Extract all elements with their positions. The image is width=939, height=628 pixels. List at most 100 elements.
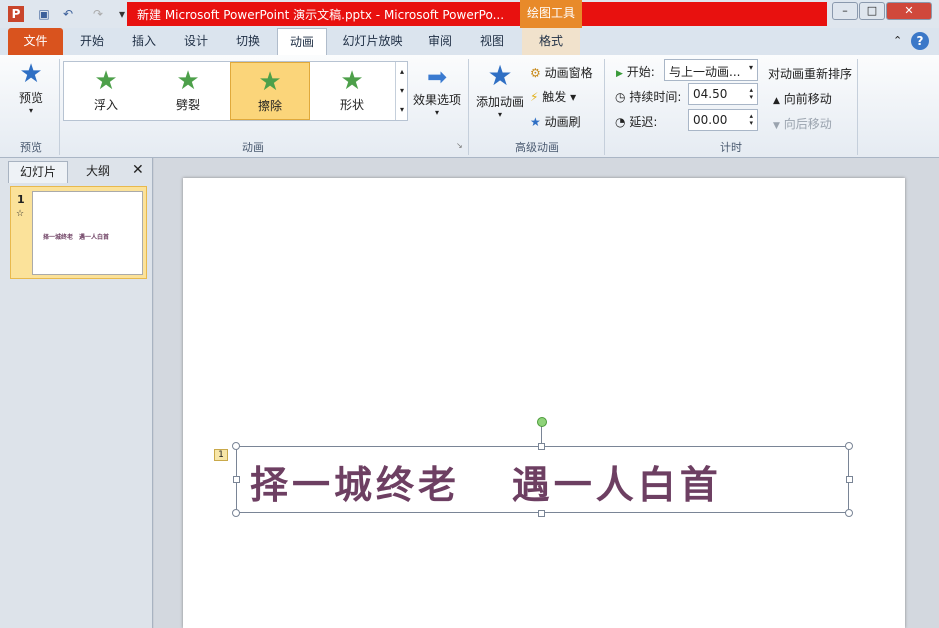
redo-icon[interactable]: ↷ <box>90 6 106 22</box>
spinner-icon[interactable]: ▴ ▾ <box>749 87 753 101</box>
preview-label: 预览 <box>18 91 43 105</box>
animation-pane-label: 动画窗格 <box>544 66 593 80</box>
dropdown-icon: ▾ <box>28 106 33 115</box>
animation-painter-button[interactable]: ★ 动画刷 <box>530 113 581 130</box>
slide-thumbnail-selected[interactable]: 1 ☆ 择一城终老 遇一人白首 <box>10 186 147 279</box>
animation-wipe[interactable]: ★ 擦除 <box>230 62 310 120</box>
minimize-ribbon-icon[interactable]: ⌃ <box>893 34 902 47</box>
start-label: 开始: <box>626 65 655 79</box>
star-icon: ★ <box>176 66 200 96</box>
duration-input[interactable]: 04.50 ▴ ▾ <box>688 83 758 105</box>
minimize-button[interactable]: – <box>832 2 858 20</box>
animation-split[interactable]: ★ 劈裂 <box>148 62 228 120</box>
save-icon[interactable]: ▣ <box>36 6 52 22</box>
animation-label: 浮入 <box>93 98 118 112</box>
resize-handle[interactable] <box>538 443 545 450</box>
slide-number: 1 <box>17 193 25 206</box>
group-label-animation: 动画 <box>242 141 264 154</box>
maximize-button[interactable]: □ <box>859 2 885 20</box>
tab-outline[interactable]: 大纲 <box>70 161 126 183</box>
thumbnail-text: 择一城终老 遇一人白首 <box>43 234 110 241</box>
animation-pane-button[interactable]: ⚙ 动画窗格 <box>530 64 593 81</box>
animation-label: 形状 <box>339 98 364 112</box>
move-later-label: 向后移动 <box>783 117 832 131</box>
resize-handle[interactable] <box>232 442 240 450</box>
powerpoint-logo-icon: P <box>8 6 24 22</box>
tab-slides[interactable]: 幻灯片 <box>8 161 68 183</box>
close-button[interactable]: ✕ <box>886 2 932 20</box>
divider <box>59 59 60 155</box>
slide-text: 择一城终老 遇一人白首 <box>250 462 722 507</box>
animation-label: 劈裂 <box>175 98 200 112</box>
tab-slideshow[interactable]: 幻灯片放映 <box>335 28 410 55</box>
tab-transitions[interactable]: 切换 <box>226 28 270 55</box>
star-icon: ★ <box>258 67 282 97</box>
up-triangle-icon: ▲ <box>773 96 780 106</box>
rotate-handle[interactable] <box>537 417 547 427</box>
reorder-label: 对动画重新排序 <box>768 67 853 81</box>
divider <box>604 59 605 155</box>
start-value: 与上一动画... <box>669 65 741 79</box>
tab-file[interactable]: 文件 <box>8 28 63 55</box>
start-dropdown[interactable]: 与上一动画... ▾ <box>664 59 758 81</box>
animation-label: 擦除 <box>257 99 282 113</box>
ribbon-tabs: 文件 开始 插入 设计 切换 动画 幻灯片放映 审阅 视图 格式 ⌃ ? <box>0 28 939 56</box>
delay-value: 00.00 <box>693 113 728 127</box>
move-earlier-button[interactable]: ▲ 向前移动 <box>773 90 832 107</box>
tab-format[interactable]: 格式 <box>522 28 580 55</box>
resize-handle[interactable] <box>845 442 853 450</box>
animation-pane-icon: ⚙ <box>530 66 541 80</box>
delay-clock-icon: ◔ <box>615 115 626 129</box>
animation-shape[interactable]: ★ 形状 <box>312 62 392 120</box>
effect-options-label: 效果选项 <box>412 93 461 107</box>
dropdown-icon: ▾ <box>434 108 439 117</box>
add-star-icon: ★ <box>487 59 513 92</box>
close-panel-icon[interactable]: ✕ <box>132 162 144 178</box>
resize-handle[interactable] <box>845 509 853 517</box>
divider <box>468 59 469 155</box>
animation-gallery: ★ 浮入 ★ 劈裂 ★ 擦除 ★ 形状 ▴ ▾ ▾ <box>63 61 408 121</box>
duration-label: 持续时间: <box>629 90 682 104</box>
resize-handle[interactable] <box>233 476 240 483</box>
move-earlier-label: 向前移动 <box>783 92 832 106</box>
help-icon[interactable]: ? <box>911 32 929 50</box>
divider <box>857 59 858 155</box>
add-animation-label: 添加动画 <box>475 95 524 109</box>
tab-animations[interactable]: 动画 <box>277 28 327 56</box>
move-later-button[interactable]: ▼ 向后移动 <box>773 115 832 132</box>
gallery-scroll[interactable]: ▴ ▾ ▾ <box>395 62 408 120</box>
ribbon: ★ 预览 ▾ 预览 ★ 浮入 ★ 劈裂 ★ 擦除 ★ 形状 ▴ ▾ ▾ ➡ 效果选项 ▾ 动… <box>0 55 939 158</box>
add-animation-button[interactable]: ★ 添加动画 ▾ <box>474 59 526 119</box>
trigger-label: 触发 <box>542 90 567 104</box>
preview-button[interactable]: ★ 预览 ▾ <box>8 59 54 131</box>
animation-fly-in[interactable]: ★ 浮入 <box>66 62 146 120</box>
trigger-button[interactable]: ⚡ 触发 ▾ <box>530 88 576 105</box>
animation-painter-label: 动画刷 <box>544 115 581 129</box>
slide-thumbnail: 择一城终老 遇一人白首 <box>32 191 143 275</box>
effect-options-button[interactable]: ➡ 效果选项 ▾ <box>412 63 462 117</box>
resize-handle[interactable] <box>232 509 240 517</box>
lightning-icon: ⚡ <box>530 90 539 104</box>
star-icon: ★ <box>94 66 118 96</box>
animation-indicator-icon: ☆ <box>16 209 25 219</box>
slide-canvas[interactable] <box>183 178 905 628</box>
arrow-right-icon: ➡ <box>426 63 448 91</box>
down-triangle-icon: ▼ <box>773 121 780 131</box>
dropdown-icon: ▾ <box>497 110 502 119</box>
undo-icon[interactable]: ↶ <box>60 6 76 22</box>
spinner-icon[interactable]: ▴ ▾ <box>749 113 753 127</box>
tab-home[interactable]: 开始 <box>70 28 114 55</box>
tab-review[interactable]: 审阅 <box>418 28 462 55</box>
group-label-timing: 计时 <box>720 141 742 154</box>
slides-panel: 幻灯片 大纲 ✕ 1 ☆ 择一城终老 遇一人白首 <box>0 158 153 628</box>
resize-handle[interactable] <box>846 476 853 483</box>
duration-value: 04.50 <box>693 87 728 101</box>
dialog-launcher-icon[interactable]: ↘ <box>456 141 463 150</box>
animation-order-tag[interactable]: 1 <box>214 449 228 461</box>
tab-view[interactable]: 视图 <box>470 28 514 55</box>
tab-insert[interactable]: 插入 <box>122 28 166 55</box>
clock-icon: ◷ <box>615 90 626 104</box>
delay-input[interactable]: 00.00 ▴ ▾ <box>688 109 758 131</box>
tab-design[interactable]: 设计 <box>174 28 218 55</box>
resize-handle[interactable] <box>538 510 545 517</box>
